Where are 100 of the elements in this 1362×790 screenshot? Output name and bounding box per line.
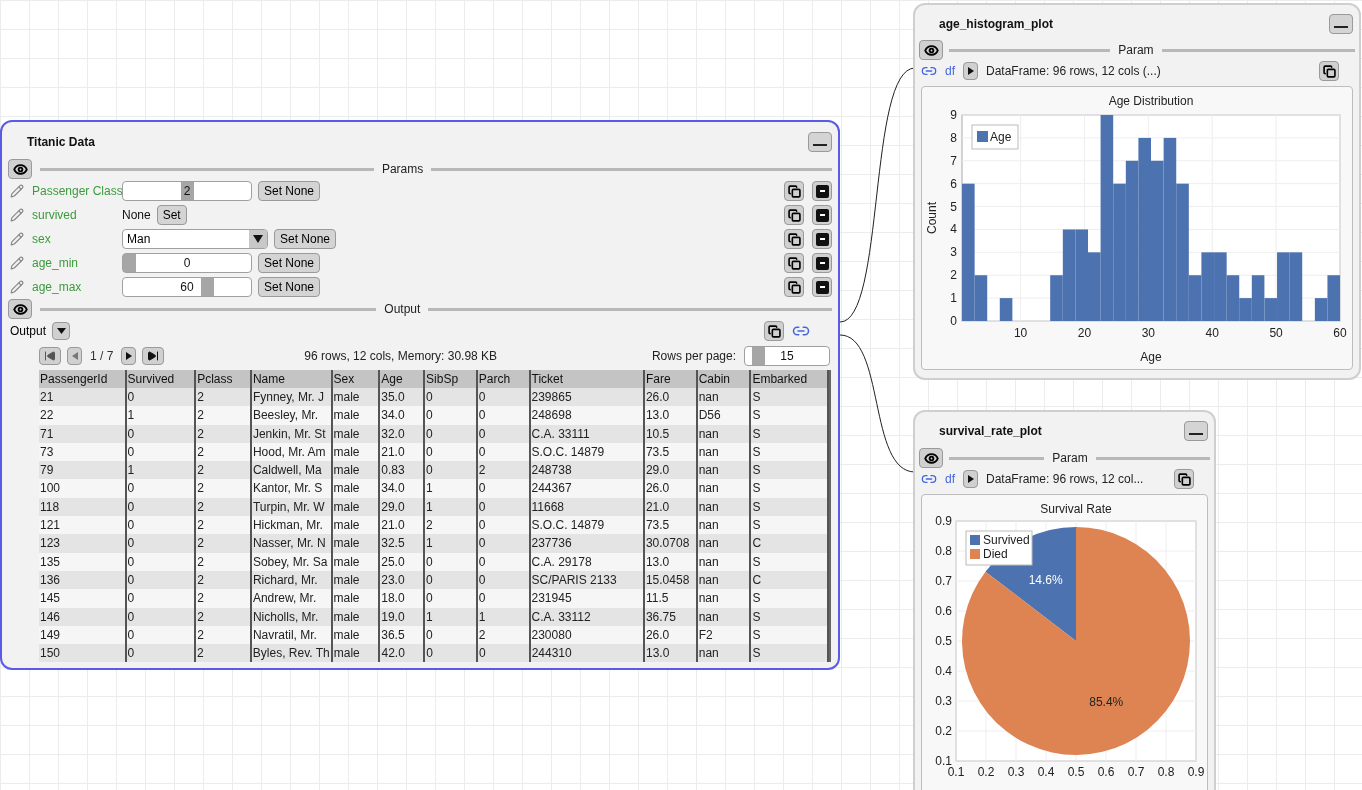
table-cell: 0	[425, 644, 478, 663]
section-header: Param	[1117, 42, 1155, 60]
previous-page-button[interactable]	[67, 347, 82, 365]
param-label: age_max	[32, 279, 83, 296]
tick-label: 0.1	[934, 754, 952, 768]
minus-icon	[815, 184, 829, 198]
table-cell: male	[332, 644, 381, 663]
set-button[interactable]: Set None	[274, 229, 337, 249]
table-cell: 42.0	[380, 644, 426, 663]
copy-button[interactable]	[784, 253, 804, 273]
output-label: Output	[10, 323, 47, 340]
tick-label: 0.2	[934, 724, 952, 738]
minimize-icon	[813, 144, 827, 146]
visibility-toggle[interactable]	[8, 159, 32, 179]
tick-label: 0.5	[934, 634, 952, 648]
slider-thumb[interactable]	[180, 182, 194, 200]
set-button[interactable]: Set None	[258, 181, 321, 201]
previous-icon	[71, 352, 78, 360]
minimize-button[interactable]	[1184, 421, 1208, 441]
table-summary: 96 rows, 12 cols, Memory: 30.98 KB	[304, 348, 498, 365]
visibility-toggle[interactable]	[919, 40, 943, 61]
pencil-icon[interactable]	[10, 184, 24, 198]
param-value: DataFrame: 96 rows, 12 cols (...)	[986, 63, 1161, 81]
dropdown-value: Man	[126, 231, 152, 248]
tick-label: 0.7	[1127, 765, 1144, 779]
section-header: Params	[380, 161, 425, 178]
slice-label: 14.6%	[1028, 572, 1063, 587]
visibility-toggle[interactable]	[8, 299, 32, 319]
copy-button[interactable]	[784, 205, 804, 225]
param-value: None	[122, 207, 151, 224]
slider[interactable]: 15	[744, 346, 830, 366]
last-page-button[interactable]	[142, 347, 165, 365]
tick-label: 10	[1013, 326, 1028, 340]
copy-button[interactable]	[1174, 469, 1194, 489]
tick-label: 2	[950, 268, 957, 283]
tick-label: 0.6	[1097, 765, 1114, 779]
table-cell: 13.0	[645, 644, 698, 663]
dropdown[interactable]: Man	[122, 229, 268, 249]
copy-button[interactable]	[784, 277, 804, 297]
section-header: Param	[1051, 450, 1089, 467]
legend-label: Died	[982, 547, 1008, 561]
remove-button[interactable]	[812, 253, 832, 273]
minimize-button[interactable]	[808, 132, 832, 152]
param-label: Passenger Class	[32, 183, 122, 200]
remove-button[interactable]	[812, 181, 832, 201]
tick-label: 0.5	[1067, 765, 1084, 779]
minimize-icon	[1189, 433, 1203, 435]
tick-label: 3	[950, 245, 957, 260]
pencil-icon[interactable]	[10, 256, 24, 270]
legend-label: Survived	[982, 533, 1030, 547]
tick-label: 9	[950, 108, 957, 122]
minimize-button[interactable]	[1329, 13, 1353, 34]
tick-label: 5	[950, 199, 957, 214]
copy-button[interactable]	[784, 181, 804, 201]
copy-button[interactable]	[1319, 61, 1339, 82]
slider-thumb[interactable]	[123, 254, 136, 272]
minus-icon	[815, 208, 829, 222]
tick-label: 0.8	[1157, 765, 1174, 779]
set-button[interactable]: Set	[156, 205, 187, 225]
set-button[interactable]: Set None	[258, 277, 321, 297]
pencil-icon[interactable]	[10, 280, 24, 294]
copy-icon	[787, 256, 801, 270]
set-button[interactable]: Set None	[258, 253, 321, 273]
copy-button[interactable]	[764, 321, 784, 341]
remove-button[interactable]	[812, 205, 832, 225]
copy-icon	[1177, 472, 1191, 486]
page-indicator: 1 / 7	[90, 348, 114, 365]
chart-title: Survival Rate	[1039, 502, 1112, 516]
pencil-icon[interactable]	[10, 208, 24, 222]
remove-button[interactable]	[812, 277, 832, 297]
table-cell: 0	[477, 644, 531, 663]
pencil-icon[interactable]	[10, 232, 24, 246]
chart-legend: Age	[971, 124, 1019, 150]
slider-thumb[interactable]	[201, 278, 215, 296]
axis-label: Count	[925, 202, 939, 234]
next-icon	[125, 352, 132, 360]
tick-label: 40	[1205, 326, 1219, 340]
tick-label: 6	[950, 176, 957, 191]
expand-button[interactable]	[963, 62, 978, 81]
dropdown-button[interactable]	[52, 322, 71, 340]
param-name: df	[945, 471, 955, 488]
tick-label: 0.9	[1187, 765, 1204, 779]
expand-button[interactable]	[963, 470, 978, 488]
slider[interactable]: 0	[122, 253, 252, 273]
minus-icon	[815, 256, 829, 270]
slider[interactable]: 60	[122, 277, 252, 297]
tick-label: 1	[950, 291, 957, 306]
minus-icon	[815, 232, 829, 246]
tick-label: 30	[1141, 326, 1156, 340]
param-label: sex	[32, 231, 52, 248]
next-page-button[interactable]	[121, 347, 137, 365]
copy-icon	[787, 208, 801, 222]
remove-button[interactable]	[812, 229, 832, 249]
slider-thumb[interactable]	[752, 347, 766, 365]
slider[interactable]: 2	[122, 181, 252, 201]
visibility-toggle[interactable]	[919, 448, 943, 468]
tick-label: 50	[1269, 326, 1283, 340]
first-page-button[interactable]	[39, 347, 61, 365]
caret-icon	[56, 328, 66, 334]
copy-button[interactable]	[784, 229, 804, 249]
